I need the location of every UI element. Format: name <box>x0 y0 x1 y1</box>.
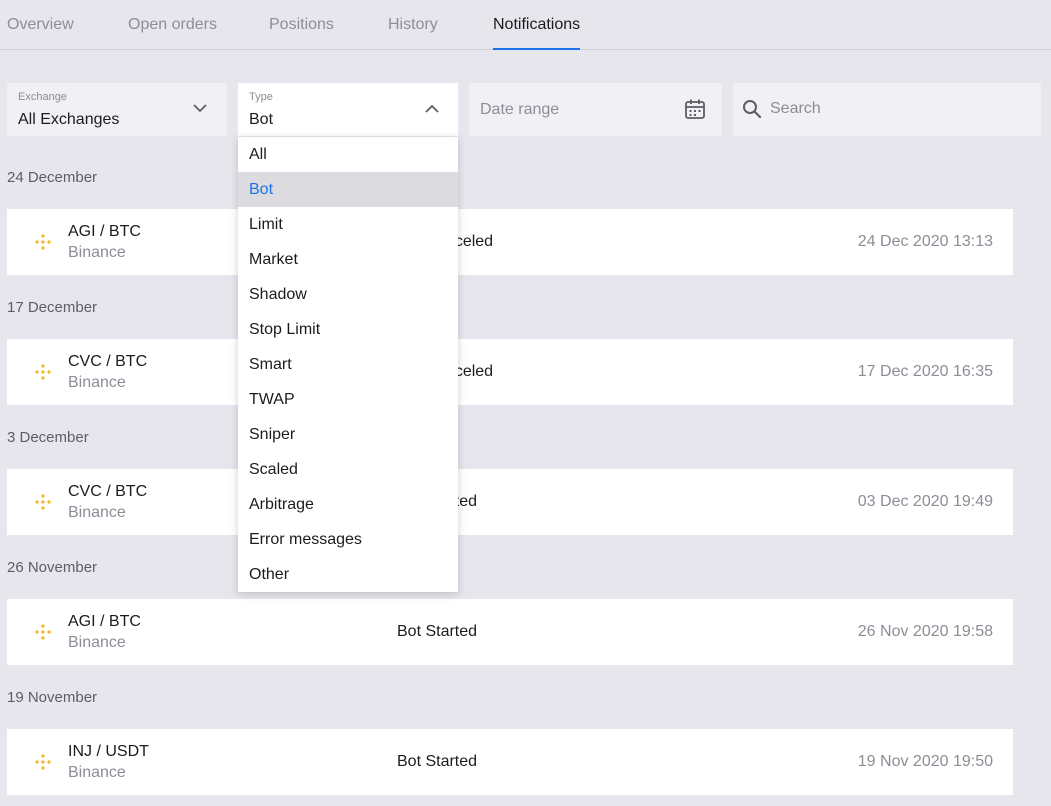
binance-icon <box>35 364 51 380</box>
search-field[interactable]: Search <box>733 83 1041 136</box>
type-value: Bot <box>249 111 274 128</box>
notification-timestamp: 24 Dec 2020 13:13 <box>857 233 993 250</box>
chevron-up-icon <box>425 104 439 113</box>
date-range-input[interactable]: Date range <box>469 83 722 136</box>
notification-status: Bot Started <box>397 623 478 640</box>
type-option-limit[interactable]: Limit <box>238 207 458 242</box>
active-tab-indicator <box>493 48 580 50</box>
date-heading: 26 November <box>7 559 98 576</box>
exchange-label: Exchange <box>18 91 67 103</box>
notification-timestamp: 03 Dec 2020 19:49 <box>857 493 993 510</box>
date-heading: 17 December <box>7 299 98 316</box>
type-option-arbitrage[interactable]: Arbitrage <box>238 487 458 522</box>
tab-history[interactable]: History <box>388 16 438 34</box>
notification-timestamp: 26 Nov 2020 19:58 <box>857 623 993 640</box>
type-option-scaled[interactable]: Scaled <box>238 452 458 487</box>
type-option-shadow[interactable]: Shadow <box>238 277 458 312</box>
notification-row[interactable]: AGI / BTC Binance Bot Canceled 24 Dec 20… <box>7 209 1013 275</box>
type-option-bot[interactable]: Bot <box>238 172 458 207</box>
date-range-placeholder: Date range <box>480 101 560 118</box>
trading-pair: AGI / BTC <box>68 223 141 240</box>
exchange-name: Binance <box>68 244 126 261</box>
notification-timestamp: 19 Nov 2020 19:50 <box>857 753 993 770</box>
trading-pair: INJ / USDT <box>68 743 149 760</box>
type-option-error-messages[interactable]: Error messages <box>238 522 458 557</box>
type-option-stop-limit[interactable]: Stop Limit <box>238 312 458 347</box>
type-label: Type <box>249 91 273 103</box>
trading-pair: CVC / BTC <box>68 353 148 370</box>
type-select[interactable]: Type Bot <box>238 83 458 136</box>
chevron-down-icon <box>193 104 207 113</box>
trading-pair: AGI / BTC <box>68 613 141 630</box>
binance-icon <box>35 624 51 640</box>
exchange-name: Binance <box>68 504 126 521</box>
tab-notifications[interactable]: Notifications <box>493 16 580 34</box>
search-input[interactable]: Search <box>770 100 821 118</box>
tab-bar: Overview Open orders Positions History N… <box>0 0 1051 50</box>
binance-icon <box>35 234 51 250</box>
tab-overview[interactable]: Overview <box>7 16 74 34</box>
exchange-name: Binance <box>68 634 126 651</box>
calendar-icon[interactable] <box>684 98 706 120</box>
type-option-all[interactable]: All <box>238 137 458 172</box>
notification-timestamp: 17 Dec 2020 16:35 <box>857 363 993 380</box>
type-option-sniper[interactable]: Sniper <box>238 417 458 452</box>
type-option-twap[interactable]: TWAP <box>238 382 458 417</box>
binance-icon <box>35 494 51 510</box>
type-dropdown-menu: All Bot Limit Market Shadow Stop Limit S… <box>238 137 458 592</box>
notification-row[interactable]: INJ / USDT Binance Bot Started 19 Nov 20… <box>7 729 1013 795</box>
exchange-name: Binance <box>68 374 126 391</box>
date-heading: 19 November <box>7 689 98 706</box>
tab-positions[interactable]: Positions <box>269 16 334 34</box>
type-option-market[interactable]: Market <box>238 242 458 277</box>
exchange-name: Binance <box>68 764 126 781</box>
binance-icon <box>35 754 51 770</box>
notification-row[interactable]: CVC / BTC Binance Bot Started 03 Dec 202… <box>7 469 1013 535</box>
date-heading: 24 December <box>7 169 98 186</box>
exchange-value: All Exchanges <box>18 111 120 128</box>
trading-pair: CVC / BTC <box>68 483 148 500</box>
exchange-select[interactable]: Exchange All Exchanges <box>7 83 227 136</box>
date-heading: 3 December <box>7 429 89 446</box>
notification-row[interactable]: AGI / BTC Binance Bot Started 26 Nov 202… <box>7 599 1013 665</box>
type-option-smart[interactable]: Smart <box>238 347 458 382</box>
tab-open-orders[interactable]: Open orders <box>128 16 217 34</box>
search-icon <box>743 100 762 119</box>
notification-row[interactable]: CVC / BTC Binance Bot Canceled 17 Dec 20… <box>7 339 1013 405</box>
type-option-other[interactable]: Other <box>238 557 458 592</box>
notification-status: Bot Started <box>397 753 478 770</box>
